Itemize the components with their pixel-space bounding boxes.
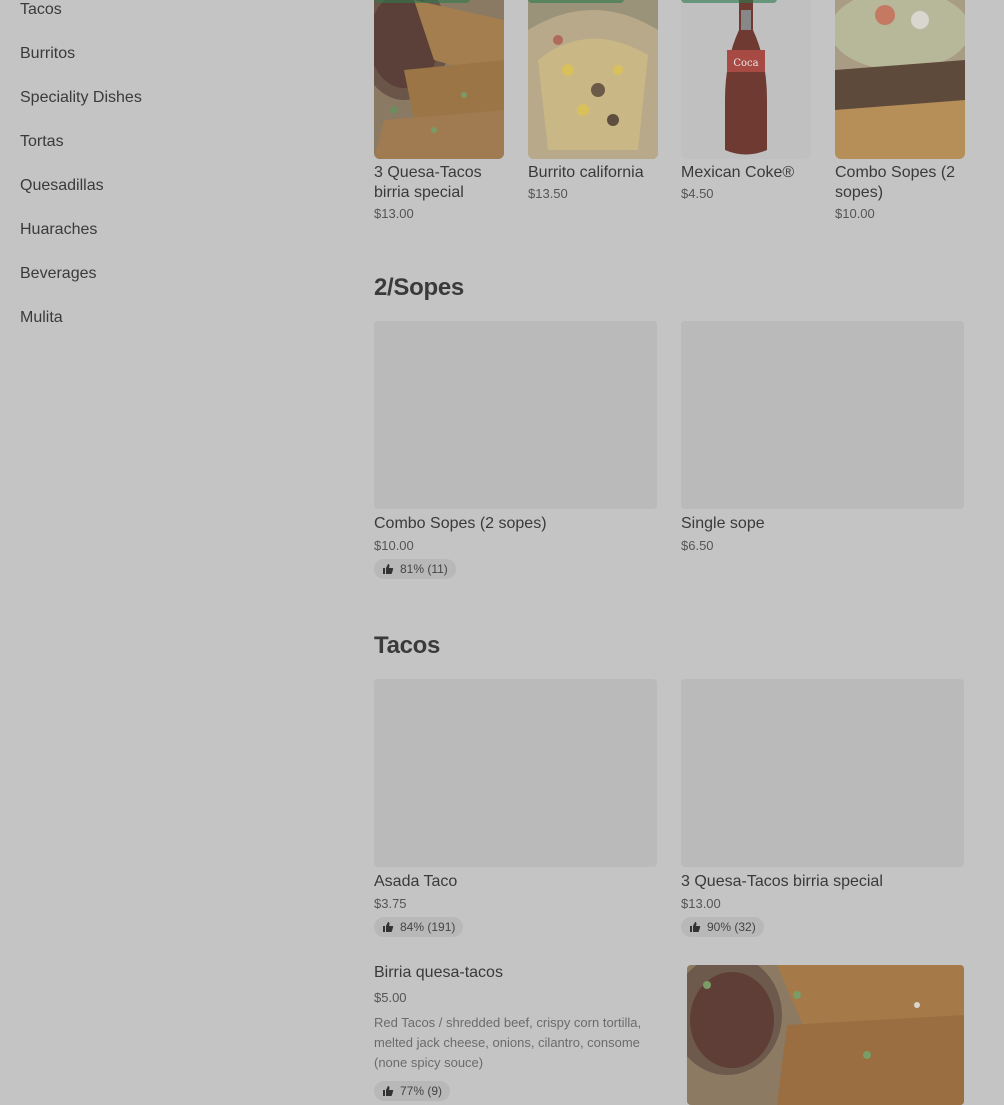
item-price: $6.50: [681, 538, 714, 553]
rating-badge: 81% (11): [374, 559, 456, 579]
sidebar-item-speciality-dishes[interactable]: Speciality Dishes: [20, 78, 340, 122]
featured-item[interactable]: Coca Mexican Coke® $4.50: [681, 0, 811, 201]
item-name: Combo Sopes (2 sopes): [374, 515, 547, 532]
item-price: $10.00: [374, 538, 414, 553]
item-name: Mexican Coke®: [681, 164, 795, 181]
featured-item[interactable]: Combo Sopes (2 sopes) $10.00: [835, 0, 965, 221]
rating-badge: 77% (9): [374, 1081, 451, 1101]
sidebar-item-quesadillas[interactable]: Quesadillas: [20, 166, 340, 210]
item-name: Combo Sopes (2 sopes): [835, 164, 956, 201]
food-image: [374, 0, 504, 159]
featured-item[interactable]: 3 Quesa-Tacos birria special $13.00: [374, 0, 504, 221]
sidebar-item-burritos[interactable]: Burritos: [20, 34, 340, 78]
rating-text: 77% (9): [400, 1084, 443, 1098]
image-placeholder: [681, 321, 964, 509]
item-price: $13.00: [374, 206, 414, 221]
food-image: [687, 965, 964, 1105]
item-price: $3.75: [374, 896, 407, 911]
rating-text: 81% (11): [400, 562, 448, 576]
image-placeholder: [374, 679, 657, 867]
menu-item-card[interactable]: 3 Quesa-Tacos birria special $13.00 90% …: [681, 679, 964, 938]
sidebar-item-tortas[interactable]: Tortas: [20, 122, 340, 166]
image-placeholder: [374, 321, 657, 509]
food-image: [835, 0, 965, 159]
badge-tab: [681, 0, 777, 3]
thumbs-up-icon: [383, 564, 394, 574]
menu-item-row[interactable]: Birria quesa-tacos $5.00 Red Tacos / shr…: [374, 964, 1004, 1105]
item-price: $13.50: [528, 186, 568, 201]
menu-item-card[interactable]: Single sope $6.50: [681, 321, 964, 553]
section-title-sopes: 2/Sopes: [374, 274, 464, 301]
thumbs-up-icon: [383, 922, 394, 932]
rating-badge: 90% (32): [681, 917, 764, 937]
thumbs-up-icon: [690, 922, 701, 932]
item-description: Red Tacos / shredded beef, crispy corn t…: [374, 1015, 642, 1070]
image-placeholder: [681, 679, 964, 867]
menu-item-card[interactable]: Combo Sopes (2 sopes) $10.00 81% (11): [374, 321, 657, 580]
rating-text: 84% (191): [400, 920, 456, 934]
food-image: [528, 0, 658, 159]
badge-tab: [374, 0, 470, 3]
food-image: Coca: [681, 0, 811, 159]
sidebar-item-beverages[interactable]: Beverages: [20, 254, 340, 298]
rating-badge: 84% (191): [374, 917, 464, 937]
badge-tab: [528, 0, 624, 3]
featured-item[interactable]: Burrito california $13.50: [528, 0, 658, 201]
category-sidebar: Tacos Burritos Speciality Dishes Tortas …: [20, 0, 340, 342]
item-name: Single sope: [681, 515, 765, 532]
sidebar-item-huaraches[interactable]: Huaraches: [20, 210, 340, 254]
item-price: $5.00: [374, 990, 407, 1005]
item-name: Burrito california: [528, 164, 644, 181]
sidebar-item-tacos[interactable]: Tacos: [20, 0, 340, 34]
section-title-tacos: Tacos: [374, 632, 441, 659]
item-name: Asada Taco: [374, 873, 458, 890]
thumbs-up-icon: [383, 1086, 394, 1096]
item-name: 3 Quesa-Tacos birria special: [374, 164, 482, 201]
item-name: Birria quesa-tacos: [374, 964, 503, 981]
item-name: 3 Quesa-Tacos birria special: [681, 873, 883, 890]
sidebar-item-mulita[interactable]: Mulita: [20, 298, 340, 342]
item-price: $10.00: [835, 206, 875, 221]
menu-item-card[interactable]: Asada Taco $3.75 84% (191): [374, 679, 657, 938]
svg-text:Coca: Coca: [733, 58, 758, 69]
rating-text: 90% (32): [707, 920, 756, 934]
item-price: $13.00: [681, 896, 721, 911]
item-price: $4.50: [681, 186, 714, 201]
